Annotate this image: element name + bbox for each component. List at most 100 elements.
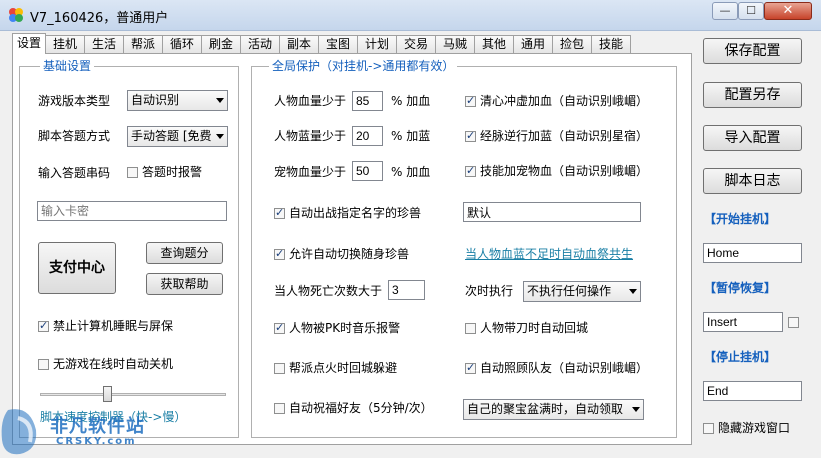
skill-pet-heal-checkbox[interactable]: 技能加宠物血（自动识别峨嵋）: [465, 164, 648, 180]
checkbox-box[interactable]: [465, 323, 476, 334]
app-icon: [9, 8, 23, 22]
prevent-sleep-checkbox[interactable]: 禁止计算机睡眠与屏保: [38, 319, 173, 335]
meridian-mana-checkbox[interactable]: 经脉逆行加蓝（自动识别星宿）: [465, 129, 648, 145]
window-title: V7_160426，普通用户: [30, 11, 169, 26]
chevron-down-icon: [629, 289, 637, 294]
tab-2[interactable]: 生活: [84, 35, 124, 53]
chevron-down-icon: [632, 407, 640, 412]
answer-mode-value: 手动答题 [免费: [131, 129, 212, 143]
treasure-bowl-value: 自己的聚宝盆满时，自动领取: [467, 402, 624, 416]
hp-threshold-input[interactable]: [352, 91, 383, 111]
minimize-button[interactable]: —: [712, 2, 738, 20]
tab-1[interactable]: 挂机: [45, 35, 85, 53]
tab-9[interactable]: 计划: [357, 35, 397, 53]
tab-15[interactable]: 技能: [591, 35, 631, 53]
answer-mode-label: 脚本答题方式: [38, 129, 111, 143]
import-config-button[interactable]: 导入配置: [703, 125, 802, 151]
checkbox-box[interactable]: [274, 363, 285, 374]
prevent-sleep-label: 禁止计算机睡眠与屏保: [53, 319, 174, 333]
blade-return-label: 人物带刀时自动回城: [480, 321, 589, 335]
checkbox-box[interactable]: [274, 321, 285, 335]
auto-shutdown-checkbox[interactable]: 无游戏在线时自动关机: [38, 357, 173, 373]
share-hp-link[interactable]: 当人物血蓝不足时自动血祭共生: [465, 245, 633, 262]
query-score-button[interactable]: 查询题分: [146, 242, 223, 264]
care-team-label: 自动照顾队友（自动识别峨嵋）: [480, 361, 649, 375]
checkbox-box[interactable]: [465, 94, 476, 108]
pause-option-checkbox[interactable]: [788, 315, 803, 331]
checkbox-box[interactable]: [788, 317, 799, 328]
tab-11[interactable]: 马贼: [435, 35, 475, 53]
death-action-select[interactable]: 不执行任何操作: [523, 281, 641, 302]
checkbox-box[interactable]: [274, 206, 285, 220]
checkbox-box[interactable]: [274, 247, 285, 261]
checkbox-box[interactable]: [703, 423, 714, 434]
blade-return-checkbox[interactable]: 人物带刀时自动回城: [465, 321, 588, 337]
tab-13[interactable]: 通用: [513, 35, 553, 53]
care-team-checkbox[interactable]: 自动照顾队友（自动识别峨嵋）: [465, 361, 648, 377]
save-as-button[interactable]: 配置另存: [703, 82, 802, 108]
switch-pet-checkbox[interactable]: 允许自动切换随身珍兽: [274, 247, 409, 263]
stop-hotkey-input[interactable]: [703, 381, 802, 401]
skill-pet-heal-label: 技能加宠物血（自动识别峨嵋）: [480, 164, 649, 178]
checkbox-box[interactable]: [274, 403, 285, 414]
pay-center-button[interactable]: 支付中心: [38, 242, 116, 294]
tab-5[interactable]: 刷金: [201, 35, 241, 53]
death-count-input[interactable]: [388, 280, 425, 300]
checkbox-box[interactable]: [465, 164, 476, 178]
clear-heart-heal-label: 清心冲虚加血（自动识别峨嵋）: [480, 94, 649, 108]
global-protection-title: 全局保护（对挂机->通用都有效）: [269, 59, 458, 73]
pk-alarm-checkbox[interactable]: 人物被PK时音乐报警: [274, 321, 400, 337]
answer-code-label: 输入答题串码: [38, 166, 111, 180]
tab-6[interactable]: 活动: [240, 35, 280, 53]
hp-threshold-suffix: % 加血: [391, 94, 431, 108]
auto-battle-pet-checkbox[interactable]: 自动出战指定名字的珍兽: [274, 206, 421, 222]
minimize-icon: —: [719, 4, 731, 17]
checkbox-box[interactable]: [127, 167, 138, 178]
auto-shutdown-label: 无游戏在线时自动关机: [53, 357, 174, 371]
pk-alarm-label: 人物被PK时音乐报警: [289, 321, 401, 335]
mp-threshold-input[interactable]: [352, 126, 383, 146]
mp-threshold-suffix: % 加蓝: [391, 129, 431, 143]
checkbox-box[interactable]: [38, 359, 49, 370]
maximize-button[interactable]: ☐: [738, 2, 764, 20]
chevron-down-icon: [216, 98, 224, 103]
checkbox-box[interactable]: [38, 319, 49, 333]
meridian-mana-label: 经脉逆行加蓝（自动识别星宿）: [480, 129, 649, 143]
hide-game-window-label: 隐藏游戏窗口: [718, 421, 791, 435]
tab-14[interactable]: 捡包: [552, 35, 592, 53]
tab-4[interactable]: 循环: [162, 35, 202, 53]
chevron-down-icon: [216, 134, 224, 139]
hide-game-window-checkbox[interactable]: 隐藏游戏窗口: [703, 421, 790, 437]
tab-0[interactable]: 设置: [12, 33, 46, 54]
answer-mode-select[interactable]: 手动答题 [免费: [127, 126, 228, 147]
tab-10[interactable]: 交易: [396, 35, 436, 53]
bless-friend-checkbox[interactable]: 自动祝福好友（5分钟/次）: [274, 401, 433, 417]
checkbox-box[interactable]: [465, 361, 476, 375]
tab-7[interactable]: 副本: [279, 35, 319, 53]
watermark-text: 非凡软件站: [50, 416, 145, 437]
tab-8[interactable]: 宝图: [318, 35, 358, 53]
watermark-subtext: CRSKY.com: [56, 436, 137, 447]
version-select[interactable]: 自动识别: [127, 90, 228, 111]
treasure-bowl-select[interactable]: 自己的聚宝盆满时，自动领取: [463, 399, 644, 420]
close-button[interactable]: ✕: [764, 2, 812, 20]
get-help-button[interactable]: 获取帮助: [146, 273, 223, 295]
guild-fire-checkbox[interactable]: 帮派点火时回城躲避: [274, 361, 397, 377]
clear-heart-heal-checkbox[interactable]: 清心冲虚加血（自动识别峨嵋）: [465, 94, 648, 110]
start-hotkey-input[interactable]: [703, 243, 802, 263]
tab-12[interactable]: 其他: [474, 35, 514, 53]
pet-name-input[interactable]: [463, 202, 641, 222]
version-label: 游戏版本类型: [38, 94, 111, 108]
pet-hp-threshold-input[interactable]: [352, 161, 383, 181]
pause-hotkey-label: 【暂停恢复】: [704, 281, 777, 295]
pause-hotkey-input[interactable]: [703, 312, 783, 332]
card-key-input[interactable]: [37, 201, 227, 221]
hp-threshold-label: 人物血量少于: [274, 94, 347, 108]
save-config-button[interactable]: 保存配置: [703, 38, 802, 64]
start-hotkey-label: 【开始挂机】: [704, 212, 777, 226]
answer-alarm-checkbox[interactable]: 答题时报警: [127, 165, 202, 181]
speed-slider-track[interactable]: [40, 393, 226, 396]
tab-3[interactable]: 帮派: [123, 35, 163, 53]
script-log-button[interactable]: 脚本日志: [703, 168, 802, 194]
checkbox-box[interactable]: [465, 129, 476, 143]
